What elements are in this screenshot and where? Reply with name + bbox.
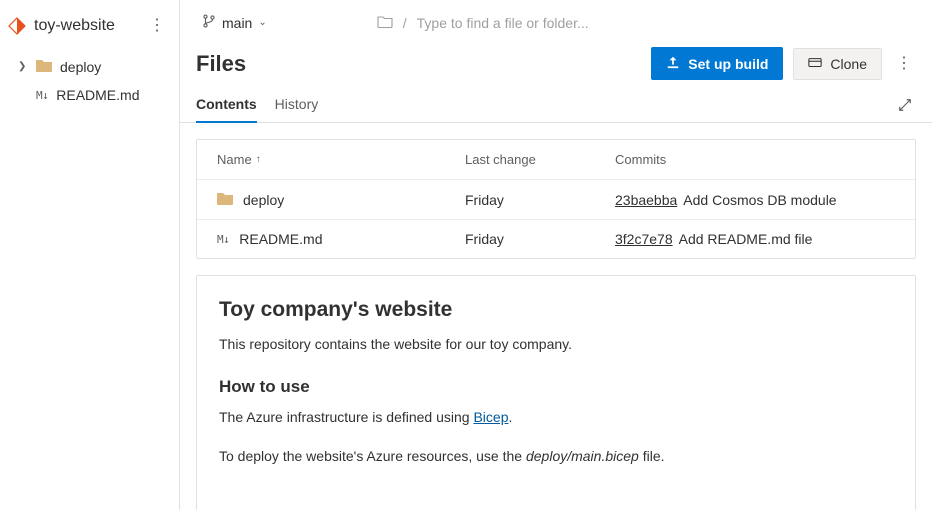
commit-message: Add Cosmos DB module — [683, 192, 836, 208]
repo-icon — [8, 17, 26, 35]
folder-icon — [36, 58, 52, 75]
content: Name ↑ Last change Commits deploy Friday — [180, 123, 932, 510]
tree-item-label: deploy — [60, 59, 101, 75]
repo-name[interactable]: toy-website — [34, 17, 115, 35]
file-row[interactable]: deploy Friday 23baebba Add Cosmos DB mod… — [197, 180, 915, 219]
tree-item-folder[interactable]: ❯ deploy — [0, 52, 179, 81]
commit-message: Add README.md file — [679, 231, 813, 247]
tree-item-file[interactable]: M↓ README.md — [0, 81, 179, 109]
last-change: Friday — [465, 192, 615, 208]
titlebar: Files Set up build Clone ⋮ — [180, 39, 932, 82]
last-change: Friday — [465, 231, 615, 247]
folder-outline-icon — [377, 14, 393, 31]
readme-howto-text: The Azure infrastructure is defined usin… — [219, 407, 893, 428]
markdown-icon: M↓ — [217, 233, 229, 246]
commit-hash[interactable]: 23baebba — [615, 192, 677, 208]
folder-icon — [217, 191, 233, 208]
column-commits[interactable]: Commits — [615, 152, 895, 167]
commit-hash[interactable]: 3f2c7e78 — [615, 231, 673, 247]
clone-button[interactable]: Clone — [793, 48, 882, 80]
tabs: Contents History — [180, 82, 932, 123]
bicep-link[interactable]: Bicep — [473, 409, 508, 425]
build-icon — [666, 55, 680, 72]
more-icon[interactable]: ⋮ — [892, 52, 916, 76]
clone-label: Clone — [830, 56, 867, 72]
tree-item-label: README.md — [56, 87, 139, 103]
repo-header: toy-website ⋮ — [0, 8, 179, 44]
setup-build-label: Set up build — [688, 56, 768, 72]
sort-asc-icon: ↑ — [256, 154, 261, 165]
markdown-icon: M↓ — [36, 89, 48, 102]
file-row[interactable]: M↓ README.md Friday 3f2c7e78 Add README.… — [197, 219, 915, 258]
tab-contents[interactable]: Contents — [196, 90, 257, 122]
sidebar: toy-website ⋮ ❯ deploy M↓ README.md — [0, 0, 180, 510]
path-separator: / — [403, 15, 407, 31]
path-search-input[interactable] — [417, 15, 916, 31]
readme-title: Toy company's website — [219, 298, 893, 322]
readme-intro: This repository contains the website for… — [219, 334, 893, 355]
topbar: main ⌄ / — [180, 0, 932, 39]
chevron-right-icon: ❯ — [18, 61, 28, 72]
branch-selector[interactable]: main ⌄ — [196, 10, 273, 35]
column-last-change[interactable]: Last change — [465, 152, 615, 167]
page-title: Files — [196, 51, 641, 77]
file-name: deploy — [243, 192, 284, 208]
setup-build-button[interactable]: Set up build — [651, 47, 783, 80]
clone-icon — [808, 56, 822, 72]
expand-icon[interactable] — [894, 94, 916, 119]
deploy-path: deploy/main.bicep — [526, 448, 639, 464]
branch-name: main — [222, 15, 252, 31]
file-list: Name ↑ Last change Commits deploy Friday — [196, 139, 916, 259]
readme-panel: Toy company's website This repository co… — [196, 275, 916, 510]
chevron-down-icon: ⌄ — [258, 17, 266, 28]
tab-history[interactable]: History — [275, 90, 319, 122]
readme-deploy-text: To deploy the website's Azure resources,… — [219, 446, 893, 467]
file-name: README.md — [239, 231, 322, 247]
readme-howto-heading: How to use — [219, 377, 893, 397]
branch-icon — [202, 14, 216, 31]
path-area: / — [377, 14, 916, 31]
main: main ⌄ / Files Set up build — [180, 0, 932, 510]
file-tree: ❯ deploy M↓ README.md — [0, 44, 179, 109]
file-list-header: Name ↑ Last change Commits — [197, 140, 915, 180]
more-icon[interactable]: ⋮ — [145, 14, 169, 38]
column-name[interactable]: Name ↑ — [217, 152, 465, 167]
